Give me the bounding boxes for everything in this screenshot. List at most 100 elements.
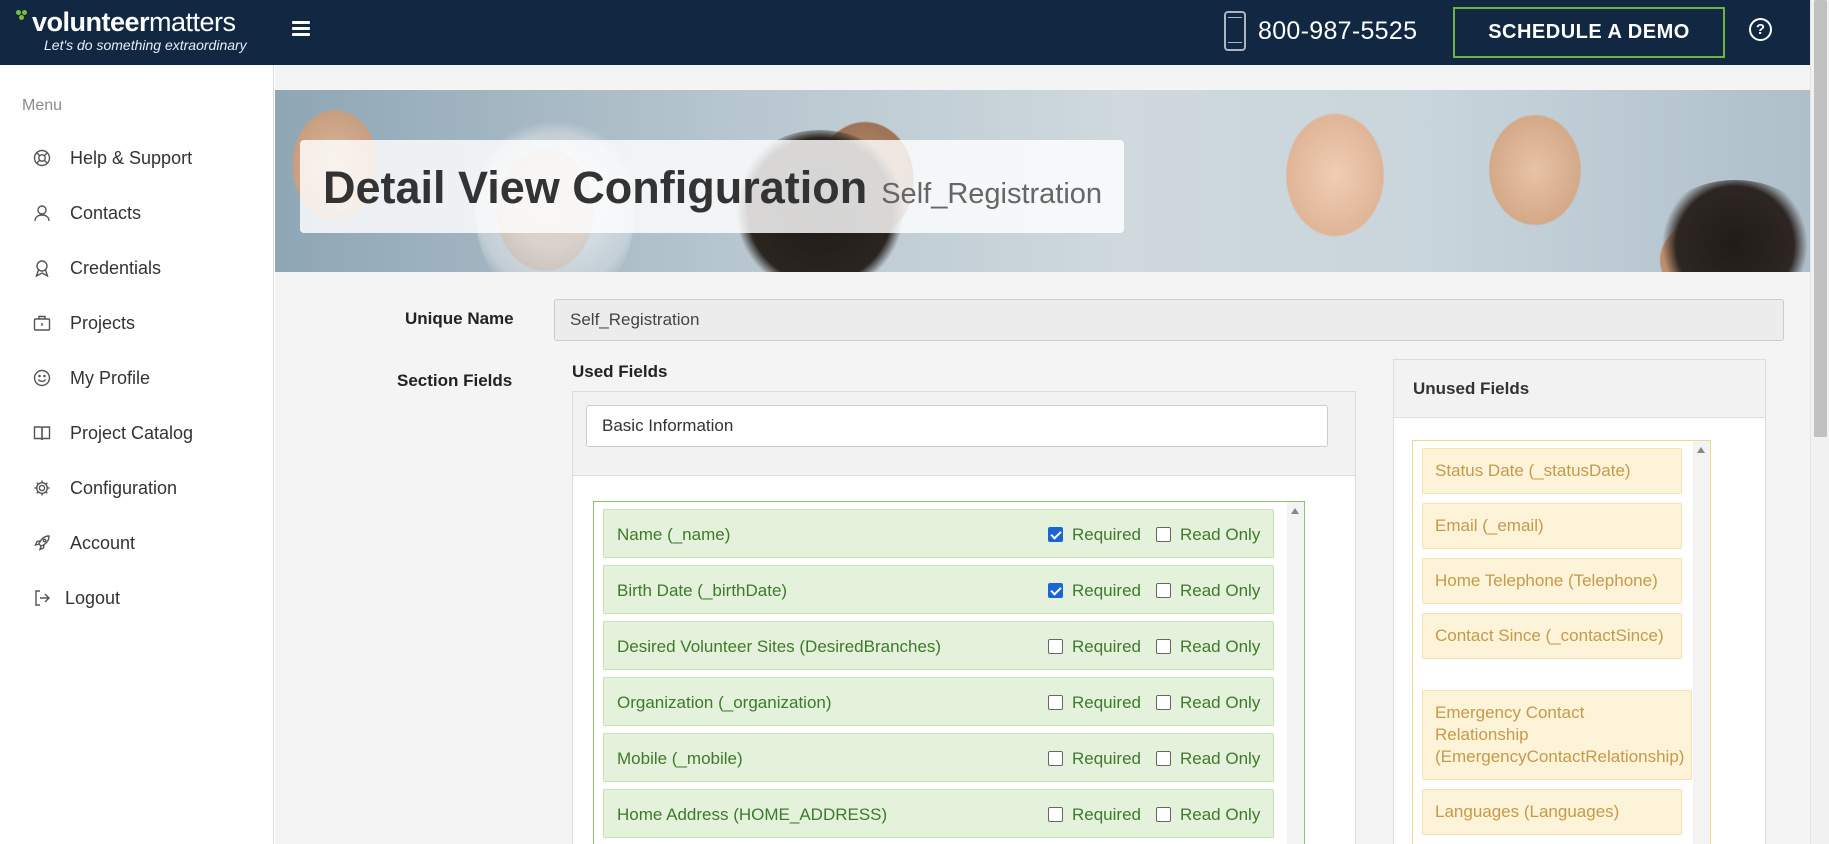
- sidebar-item-label: Help & Support: [70, 147, 193, 168]
- used-fields-label: Used Fields: [572, 362, 668, 381]
- main-content: Detail View Configuration Self_Registrat…: [275, 65, 1810, 844]
- required-checkbox[interactable]: [1048, 583, 1063, 598]
- field-name: Mobile (_mobile): [617, 749, 743, 768]
- field-name: Birth Date (_birthDate): [617, 581, 788, 600]
- phone-icon: [1224, 11, 1246, 51]
- unique-name-field[interactable]: Self_Registration: [554, 299, 1784, 341]
- read-only-checkbox[interactable]: [1156, 807, 1171, 822]
- unused-list-scrollbar[interactable]: [1693, 441, 1710, 844]
- sidebar-item-project-catalog[interactable]: Project Catalog: [33, 418, 193, 448]
- read-only-checkbox[interactable]: [1156, 751, 1171, 766]
- used-field-row[interactable]: Desired Volunteer Sites (DesiredBranches…: [603, 621, 1274, 670]
- unused-fields-list: Status Date (_statusDate) Email (_email)…: [1412, 440, 1711, 844]
- sidebar-item-configuration[interactable]: Configuration: [33, 473, 177, 503]
- sidebar-item-help-support[interactable]: Help & Support: [33, 143, 192, 173]
- required-label: Required: [1072, 805, 1141, 824]
- read-only-label: Read Only: [1180, 693, 1261, 712]
- read-only-label: Read Only: [1180, 581, 1261, 600]
- used-field-row[interactable]: Birth Date (_birthDate) Required Read On…: [603, 565, 1274, 614]
- sidebar-item-logout[interactable]: Logout: [33, 583, 120, 613]
- read-only-checkbox[interactable]: [1156, 639, 1171, 654]
- unused-field-item[interactable]: Home Telephone (Telephone): [1422, 558, 1682, 604]
- unique-name-label: Unique Name: [405, 309, 514, 328]
- read-only-checkbox[interactable]: [1156, 695, 1171, 710]
- phone-number[interactable]: 800-987-5525: [1258, 17, 1417, 46]
- sidebar-item-label: My Profile: [70, 367, 151, 388]
- used-list-scrollbar[interactable]: [1287, 502, 1304, 844]
- page-subtitle: Self_Registration: [881, 178, 1103, 210]
- read-only-label: Read Only: [1180, 749, 1261, 768]
- sidebar-item-label: Project Catalog: [70, 422, 194, 443]
- top-navbar: volunteermatters Let's do something extr…: [0, 0, 1810, 65]
- field-name: Organization (_organization): [617, 693, 832, 712]
- help-icon[interactable]: ?: [1749, 18, 1772, 41]
- field-name: Desired Volunteer Sites (DesiredBranches…: [617, 637, 942, 656]
- sidebar-item-label: Credentials: [70, 257, 162, 278]
- section-name-input[interactable]: Basic Information: [586, 405, 1328, 447]
- unused-field-item[interactable]: Emergency Contact Relationship (Emergenc…: [1422, 690, 1692, 780]
- sidebar-item-credentials[interactable]: Credentials: [33, 253, 161, 283]
- sidebar-item-account[interactable]: Account: [33, 528, 135, 558]
- sidebar-item-my-profile[interactable]: My Profile: [33, 363, 150, 393]
- required-label: Required: [1072, 693, 1141, 712]
- unused-field-item[interactable]: Status Date (_statusDate): [1422, 448, 1682, 494]
- brand-logo[interactable]: volunteermatters Let's do something extr…: [16, 7, 247, 53]
- unused-field-item[interactable]: Email (_email): [1422, 503, 1682, 549]
- logo-dots-icon: [16, 10, 30, 20]
- used-field-row[interactable]: Mobile (_mobile) Required Read Only: [603, 733, 1274, 782]
- book-icon: [33, 424, 51, 442]
- unused-field-item[interactable]: Contact Since (_contactSince): [1422, 613, 1682, 659]
- section-fields-label: Section Fields: [397, 371, 513, 390]
- sidebar-item-label: Contacts: [70, 202, 142, 223]
- menu-heading: Menu: [22, 97, 63, 114]
- required-label: Required: [1072, 637, 1141, 656]
- required-checkbox[interactable]: [1048, 807, 1063, 822]
- required-checkbox[interactable]: [1048, 751, 1063, 766]
- header-banner-image: Detail View Configuration Self_Registrat…: [275, 90, 1810, 272]
- unused-field-item[interactable]: Languages (Languages): [1422, 789, 1682, 835]
- used-fields-list: Name (_name) Required Read Only Birth Da…: [593, 501, 1305, 844]
- used-field-row[interactable]: Organization (_organization) Required Re…: [603, 677, 1274, 726]
- required-label: Required: [1072, 749, 1141, 768]
- required-label: Required: [1072, 581, 1141, 600]
- field-name: Home Address (HOME_ADDRESS): [617, 805, 888, 824]
- logo-wordmark: volunteermatters: [16, 7, 247, 37]
- sidebar-item-label: Configuration: [70, 477, 178, 498]
- read-only-label: Read Only: [1180, 637, 1261, 656]
- sidebar-item-label: Projects: [70, 312, 136, 333]
- briefcase-icon: [33, 314, 51, 332]
- scroll-up-arrow-icon[interactable]: [1291, 508, 1299, 514]
- scroll-up-arrow-icon[interactable]: [1697, 447, 1705, 453]
- scrollbar-thumb[interactable]: [1814, 0, 1827, 437]
- logout-icon: [33, 589, 51, 607]
- required-checkbox[interactable]: [1048, 695, 1063, 710]
- schedule-demo-button[interactable]: SCHEDULE A DEMO: [1453, 7, 1725, 58]
- read-only-checkbox[interactable]: [1156, 527, 1171, 542]
- used-field-row[interactable]: Home Address (HOME_ADDRESS) Required Rea…: [603, 789, 1274, 838]
- hamburger-menu-icon[interactable]: [292, 21, 310, 37]
- used-field-row[interactable]: Name (_name) Required Read Only: [603, 509, 1274, 558]
- required-checkbox[interactable]: [1048, 527, 1063, 542]
- read-only-label: Read Only: [1180, 805, 1261, 824]
- used-fields-panel: Basic Information Name (_name) Required …: [572, 391, 1356, 844]
- sidebar-item-contacts[interactable]: Contacts: [33, 198, 141, 228]
- smile-icon: [33, 369, 51, 387]
- user-icon: [33, 204, 51, 222]
- logo-name-light: matters: [149, 7, 236, 37]
- required-label: Required: [1072, 525, 1141, 544]
- sidebar-item-projects[interactable]: Projects: [33, 308, 135, 338]
- sidebar: Menu Help & Support Contacts Credentials…: [0, 65, 274, 844]
- section-header: Basic Information: [573, 392, 1355, 476]
- lifebuoy-icon: [33, 149, 51, 167]
- page-scrollbar[interactable]: [1810, 0, 1829, 844]
- read-only-checkbox[interactable]: [1156, 583, 1171, 598]
- award-icon: [33, 259, 51, 277]
- read-only-label: Read Only: [1180, 525, 1261, 544]
- unused-fields-header: Unused Fields: [1394, 360, 1765, 418]
- sidebar-item-label: Logout: [65, 587, 121, 608]
- gear-icon: [33, 479, 51, 497]
- required-checkbox[interactable]: [1048, 639, 1063, 654]
- rocket-icon: [33, 534, 51, 552]
- logo-name-bold: volunteer: [32, 7, 150, 37]
- logo-tagline: Let's do something extraordinary: [44, 37, 247, 53]
